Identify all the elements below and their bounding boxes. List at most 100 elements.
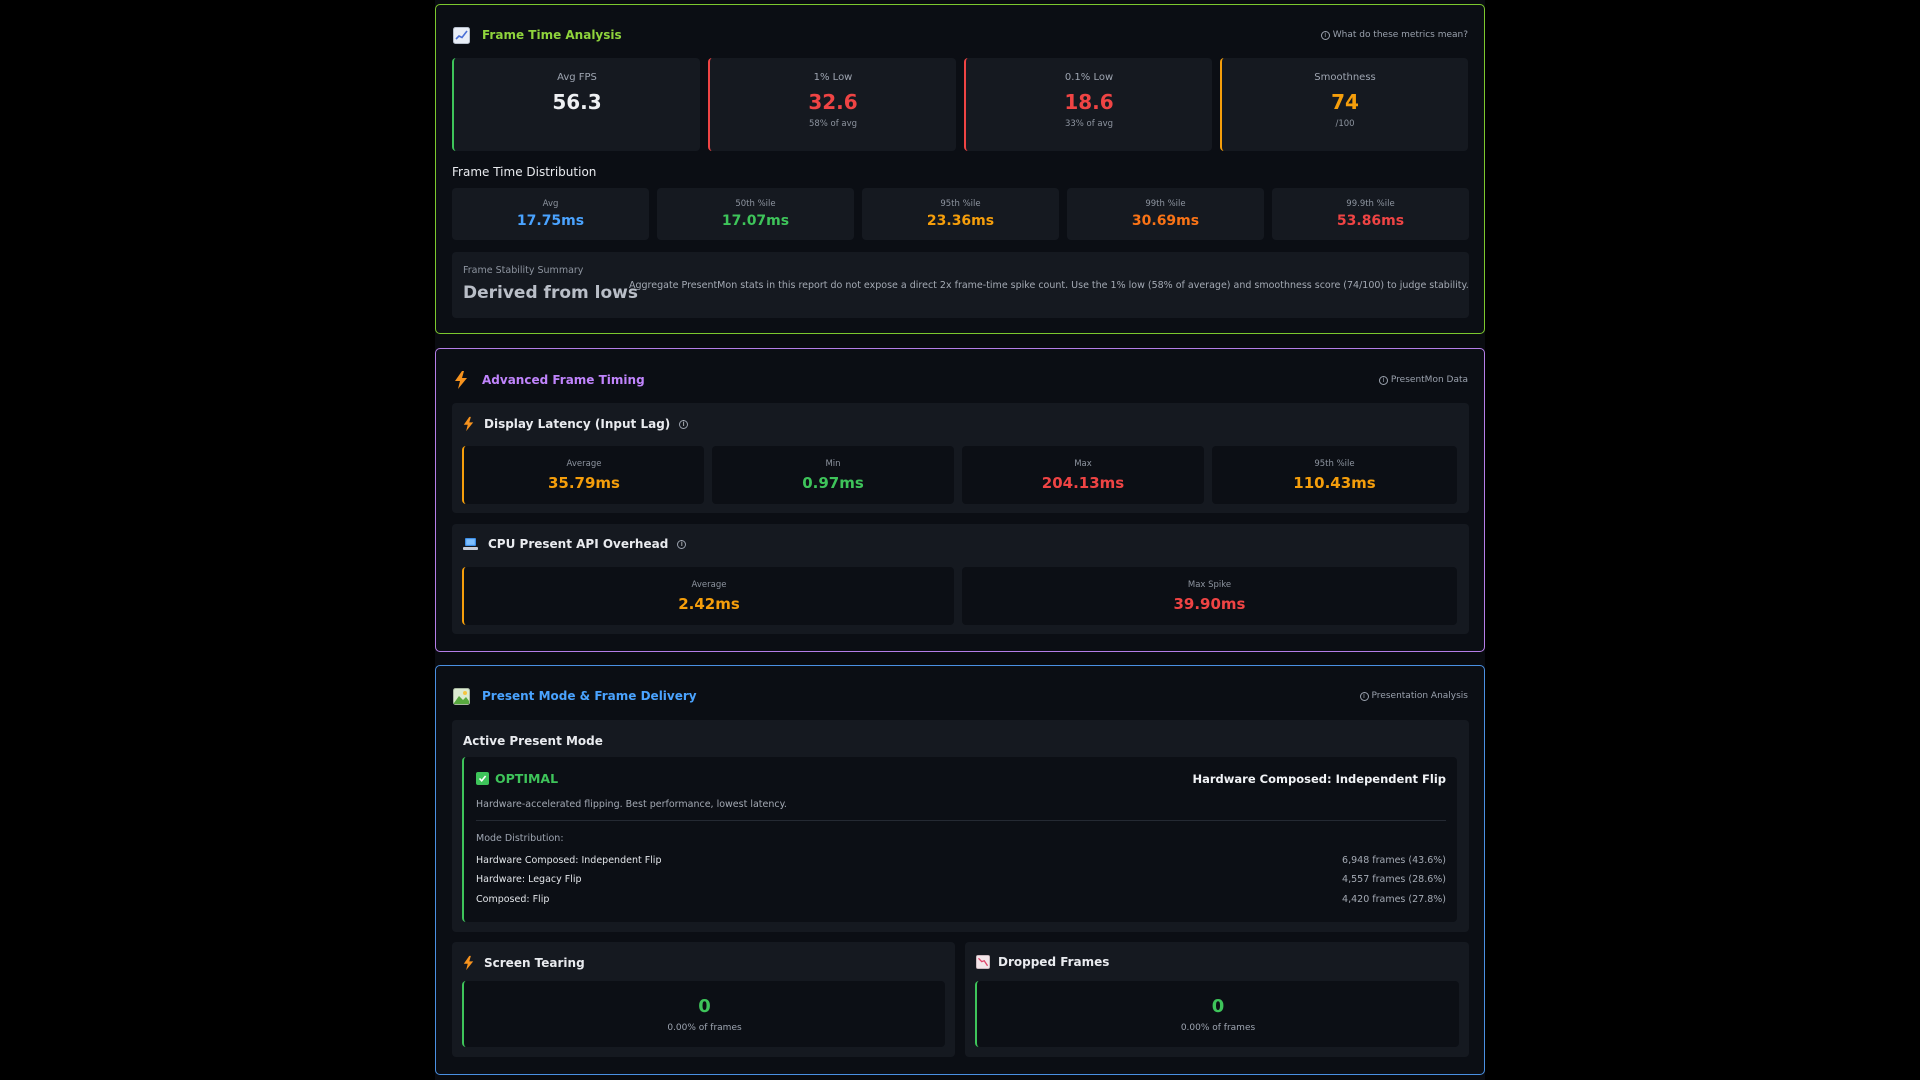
advanced-header: Advanced Frame Timing i PresentMon Data xyxy=(452,370,1468,390)
cpu-stat-max-spike: Max Spike 39.90ms xyxy=(962,567,1457,625)
info-icon: i xyxy=(1320,30,1330,40)
metric-card-01pct-low: 0.1% Low 18.6 33% of avg xyxy=(964,58,1212,151)
info-icon[interactable]: i xyxy=(677,539,687,549)
cpu-stat-average: Average 2.42ms xyxy=(462,567,954,625)
tearing-stat: 0 0.00% of frames xyxy=(462,981,945,1047)
mode-row: Hardware Composed: Independent Flip 6,94… xyxy=(476,855,1446,866)
mode-row-frames: 4,557 frames (28.6%) xyxy=(1342,874,1446,885)
dist-label: 99th %ile xyxy=(1145,199,1186,209)
distribution-title: Frame Time Distribution xyxy=(452,165,597,179)
dist-card-999th: 99.9th %ile 53.86ms xyxy=(1272,188,1469,240)
stability-value: Derived from lows xyxy=(463,283,638,303)
stat-label: Average xyxy=(566,458,602,469)
dropped-header: Dropped Frames xyxy=(976,955,1109,969)
tearing-header: Screen Tearing xyxy=(463,955,585,971)
stat-value: 39.90ms xyxy=(1173,594,1246,613)
metric-label: 0.1% Low xyxy=(1064,72,1114,83)
stat-value: 35.79ms xyxy=(547,473,620,492)
status-badge: OPTIMAL xyxy=(495,771,559,786)
help-text: What do these metrics mean? xyxy=(1332,30,1468,40)
mode-description: Hardware-accelerated flipping. Best perf… xyxy=(476,799,787,810)
stat-value: 2.42ms xyxy=(678,594,740,613)
dist-card-avg: Avg 17.75ms xyxy=(452,188,649,240)
mode-row: Composed: Flip 4,420 frames (27.8%) xyxy=(476,894,1446,905)
metric-value: 32.6 xyxy=(808,90,858,114)
metric-card-1pct-low: 1% Low 32.6 58% of avg xyxy=(708,58,956,151)
mode-name: Hardware Composed: Independent Flip xyxy=(1192,772,1447,786)
stat-label: Min xyxy=(825,458,841,469)
status-row: OPTIMAL xyxy=(476,771,558,786)
lightning-icon xyxy=(452,371,470,389)
metric-label: Avg FPS xyxy=(557,72,597,83)
metric-card-avg-fps: Avg FPS 56.3 xyxy=(452,58,700,151)
latency-stat-min: Min 0.97ms xyxy=(712,446,954,504)
latency-stat-max: Max 204.13ms xyxy=(962,446,1204,504)
latency-header: Display Latency (Input Lag) i xyxy=(463,416,689,432)
stat-value: 0.97ms xyxy=(802,473,864,492)
dist-card-95th: 95th %ile 23.36ms xyxy=(862,188,1059,240)
metric-sub: 33% of avg xyxy=(1064,119,1114,129)
latency-stat-95th: 95th %ile 110.43ms xyxy=(1212,446,1457,504)
landscape-image-icon xyxy=(452,687,470,705)
stability-summary: Frame Stability Summary Derived from low… xyxy=(452,252,1469,318)
tearing-value: 0 xyxy=(698,995,711,1017)
dist-label: 99.9th %ile xyxy=(1346,199,1395,209)
metric-value: 56.3 xyxy=(552,90,602,114)
laptop-icon xyxy=(463,537,478,551)
dropped-title: Dropped Frames xyxy=(998,955,1110,969)
metrics-help-link[interactable]: i What do these metrics mean? xyxy=(1320,30,1468,40)
metric-label: 1% Low xyxy=(813,72,853,83)
chart-decreasing-icon xyxy=(976,955,990,969)
dist-card-99th: 99th %ile 30.69ms xyxy=(1067,188,1264,240)
present-mode-panel: Present Mode & Frame Delivery i Presenta… xyxy=(435,665,1485,1075)
tearing-sub: 0.00% of frames xyxy=(667,1022,742,1033)
presentmon-tag: i PresentMon Data xyxy=(1378,375,1468,385)
screen-tearing-group: Screen Tearing 0 0.00% of frames xyxy=(452,942,955,1057)
dist-value: 17.07ms xyxy=(721,213,790,229)
mode-row-name: Hardware: Legacy Flip xyxy=(476,874,582,885)
present-header: Present Mode & Frame Delivery i Presenta… xyxy=(452,686,1468,706)
metric-value: 74 xyxy=(1331,90,1359,114)
cpu-title: CPU Present API Overhead xyxy=(488,537,669,551)
mode-row-name: Hardware Composed: Independent Flip xyxy=(476,855,662,866)
stability-label: Frame Stability Summary xyxy=(463,265,584,276)
metric-value: 18.6 xyxy=(1064,90,1114,114)
active-mode-title: Active Present Mode xyxy=(463,734,603,748)
tag-text: PresentMon Data xyxy=(1390,375,1468,385)
latency-group: Display Latency (Input Lag) i Average 35… xyxy=(452,403,1469,513)
dropped-frames-group: Dropped Frames 0 0.00% of frames xyxy=(965,942,1469,1057)
lightning-icon xyxy=(463,955,474,971)
stability-text: Aggregate PresentMon stats in this repor… xyxy=(629,280,1469,291)
dist-value: 23.36ms xyxy=(926,213,995,229)
mode-row-frames: 6,948 frames (43.6%) xyxy=(1342,855,1446,866)
stat-label: Max Spike xyxy=(1187,579,1232,590)
stat-value: 110.43ms xyxy=(1293,473,1376,492)
dropped-sub: 0.00% of frames xyxy=(1180,1022,1256,1033)
mode-row: Hardware: Legacy Flip 4,557 frames (28.6… xyxy=(476,874,1446,885)
panel-title: Advanced Frame Timing xyxy=(482,373,645,387)
stat-label: 95th %ile xyxy=(1314,458,1355,469)
mode-dist-title: Mode Distribution: xyxy=(476,833,564,844)
tag-text: Presentation Analysis xyxy=(1371,691,1468,701)
frame-time-panel: Frame Time Analysis i What do these metr… xyxy=(435,4,1485,334)
mode-row-name: Composed: Flip xyxy=(476,894,550,905)
info-icon[interactable]: i xyxy=(679,419,689,429)
lightning-icon xyxy=(463,416,474,432)
metric-label: Smoothness xyxy=(1314,72,1376,83)
active-mode-group: Active Present Mode OPTIMAL Hardware Com… xyxy=(452,720,1469,932)
chart-icon xyxy=(452,26,470,44)
info-icon: i xyxy=(1378,375,1388,385)
active-mode-card: OPTIMAL Hardware Composed: Independent F… xyxy=(462,757,1457,922)
dist-value: 17.75ms xyxy=(516,213,585,229)
dist-label: 95th %ile xyxy=(940,199,981,209)
metric-sub: 58% of avg xyxy=(808,119,858,129)
dist-label: Avg xyxy=(542,199,559,209)
panel-title: Present Mode & Frame Delivery xyxy=(482,689,697,703)
metric-sub: /100 xyxy=(1335,119,1355,129)
dist-value: 30.69ms xyxy=(1131,213,1200,229)
latency-title: Display Latency (Input Lag) xyxy=(484,417,671,431)
dist-label: 50th %ile xyxy=(735,199,776,209)
divider xyxy=(476,820,1446,821)
panel-title: Frame Time Analysis xyxy=(482,28,622,42)
cpu-header: CPU Present API Overhead i xyxy=(463,537,687,551)
